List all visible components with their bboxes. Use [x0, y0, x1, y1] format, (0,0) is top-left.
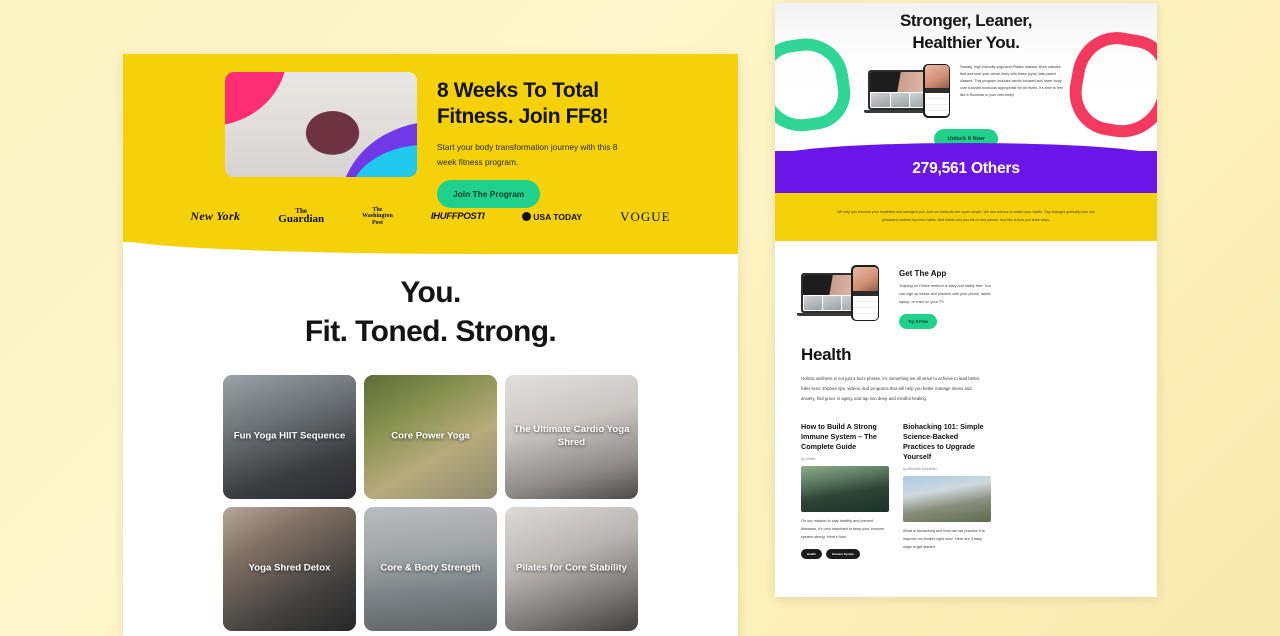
article-excerpt: On our mission to stay healthy and preve…: [801, 519, 885, 540]
article-card[interactable]: Biohacking 101: Simple Science-Backed Pr…: [903, 422, 991, 560]
press-logo-usatoday: USA TODAY: [522, 212, 582, 222]
mission-band: We help you become your healthiest and s…: [775, 193, 1157, 241]
app-section-description: Training on Online method is easy and to…: [899, 284, 992, 304]
article-card[interactable]: How to Build A Strong Immune System – Th…: [801, 422, 889, 560]
workout-card-label: Fun Yoga HIIT Sequence: [233, 430, 346, 442]
desktop-site-preview: 8 Weeks To Total Fitness. Join FF8! Star…: [123, 54, 738, 636]
right-hero-title-line1: Stronger, Leaner,: [899, 11, 1033, 30]
article-byline: by Meredith Schneider: [903, 467, 937, 472]
device-mockup: [864, 63, 950, 118]
app-text-block: Get The App Training on Online method is…: [899, 265, 1131, 329]
wapo-washington: Washington: [362, 213, 393, 220]
social-proof-band: 279,561 Others: [775, 143, 1157, 193]
right-hero-paragraph: Sweaty, high intensity yoga and Pilates …: [960, 64, 1063, 98]
workout-card[interactable]: Pilates for Core Stability: [505, 507, 638, 631]
health-section: Health Holistic wellness is not just a b…: [775, 329, 1157, 404]
article-thumbnail: [801, 466, 889, 513]
press-logo-newyork: New York: [190, 209, 241, 224]
hero-subtitle: Start your body transformation journey w…: [437, 142, 618, 167]
hero-banner: 8 Weeks To Total Fitness. Join FF8! Star…: [123, 54, 738, 254]
app-phone-icon: [851, 265, 879, 321]
main-heading: You. Fit. Toned. Strong.: [123, 242, 738, 349]
app-section-title: Get The App: [899, 269, 947, 278]
hero-title: 8 Weeks To Total Fitness. Join FF8!: [437, 78, 707, 130]
mobile-site-preview: Stronger, Leaner, Healthier You. Sweaty,…: [775, 3, 1157, 597]
article-tags: Health Immune System: [801, 549, 889, 560]
workout-card-label: Core Power Yoga: [391, 430, 470, 442]
press-logo-huffpost: IHUFFPOSTI: [430, 211, 485, 223]
mission-text: We help you become your healthiest and s…: [837, 210, 1095, 222]
workout-card[interactable]: Core & Body Strength: [364, 507, 497, 631]
article-title: Biohacking 101: Simple Science-Backed Pr…: [903, 421, 984, 462]
hero-title-line2: Fitness. Join FF8!: [437, 105, 609, 129]
usatoday-label: USA TODAY: [533, 211, 583, 222]
try-it-free-button[interactable]: Try It Free: [899, 313, 938, 329]
workout-card[interactable]: Yoga Shred Detox: [223, 507, 356, 631]
workout-card[interactable]: Fun Yoga HIIT Sequence: [223, 375, 356, 499]
article-byline: by DeMar: [801, 457, 816, 462]
health-section-title: Health: [801, 344, 852, 364]
article-tag[interactable]: Immune System: [825, 549, 861, 560]
workout-card-label: Core & Body Strength: [380, 562, 481, 574]
article-thumbnail: [903, 476, 991, 523]
get-the-app-section: Get The App Training on Online method is…: [775, 241, 1157, 329]
main-heading-line1: You.: [400, 276, 461, 309]
right-hero-banner: Stronger, Leaner, Healthier You. Sweaty,…: [775, 3, 1157, 151]
press-logo-row: New York The Guardian The Washington Pos…: [123, 207, 738, 226]
others-count: 279,561 Others: [912, 160, 1020, 177]
workout-card-label: Pilates for Core Stability: [516, 562, 627, 574]
workout-card[interactable]: Core Power Yoga: [364, 375, 497, 499]
usatoday-dot-icon: [522, 212, 532, 222]
hero-copy: 8 Weeks To Total Fitness. Join FF8! Star…: [437, 72, 707, 209]
press-logo-guardian: The Guardian: [278, 208, 325, 225]
press-logo-washington-post: The Washington Post: [362, 207, 393, 226]
article-list: How to Build A Strong Immune System – Th…: [775, 404, 1157, 560]
workout-card-label: The Ultimate Cardio Yoga Shred: [513, 424, 630, 448]
article-excerpt: What is biohacking and how can we practi…: [903, 529, 985, 550]
hero-image: [225, 72, 417, 177]
main-heading-line2: Fit. Toned. Strong.: [304, 315, 557, 348]
phone-icon: [923, 63, 950, 118]
workout-card-grid: Fun Yoga HIIT Sequence Core Power Yoga T…: [123, 375, 738, 631]
article-title: How to Build A Strong Immune System – Th…: [801, 421, 877, 451]
press-logo-vogue: VOGUE: [620, 208, 671, 224]
guardian-word: Guardian: [278, 212, 325, 225]
article-tag[interactable]: Health: [801, 549, 822, 560]
health-section-description: Holistic wellness is not just a buzz phr…: [801, 375, 981, 401]
app-device-mockup: [797, 265, 885, 323]
join-the-program-button[interactable]: Join The Program: [437, 180, 541, 209]
wapo-post: Post: [371, 219, 383, 226]
workout-card[interactable]: The Ultimate Cardio Yoga Shred: [505, 375, 638, 499]
workout-card-label: Yoga Shred Detox: [248, 562, 331, 574]
hero-title-line1: 8 Weeks To Total: [437, 79, 599, 102]
